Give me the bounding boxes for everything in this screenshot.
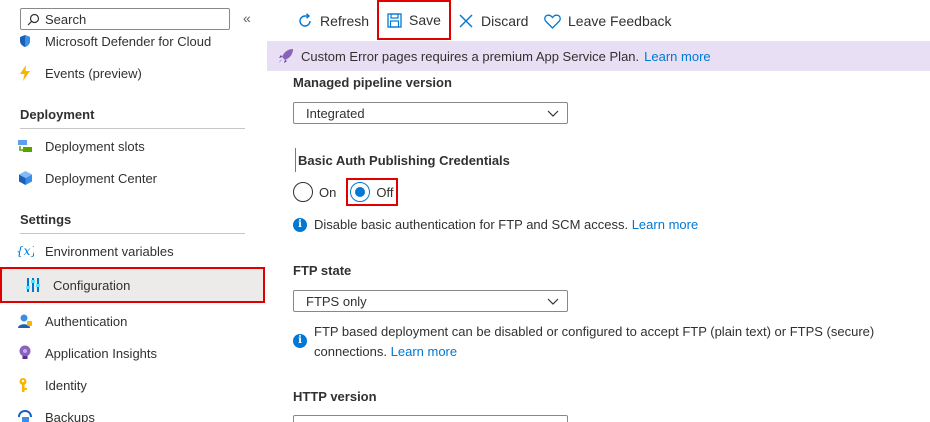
banner-text: Custom Error pages requires a premium Ap… bbox=[301, 48, 640, 64]
save-button[interactable]: Save bbox=[377, 0, 451, 40]
sidebar-item-environment-variables[interactable]: {x} Environment variables bbox=[16, 237, 246, 265]
radio-off-label: Off bbox=[376, 184, 394, 200]
command-bar: Refresh Save Discard Leave Feedback bbox=[268, 0, 930, 42]
leave-feedback-button[interactable]: Leave Feedback bbox=[544, 0, 672, 42]
lightning-icon bbox=[16, 64, 34, 82]
radio-off[interactable]: Off bbox=[346, 178, 399, 206]
sidebar-item-label: Deployment Center bbox=[45, 170, 157, 186]
basic-auth-radio-group: On Off bbox=[293, 178, 399, 206]
sidebar-item-label: Events (preview) bbox=[45, 65, 142, 81]
sidebar-item-deployment-slots[interactable]: Deployment slots bbox=[16, 132, 246, 160]
shield-icon bbox=[16, 32, 34, 50]
refresh-icon bbox=[299, 13, 311, 27]
ftp-info-line1: FTP based deployment can be disabled or … bbox=[314, 324, 875, 339]
sidebar: « Microsoft Defender for Cloud Events (p… bbox=[0, 0, 268, 422]
managed-pipeline-value: Integrated bbox=[306, 105, 365, 121]
sidebar-item-label: Backups bbox=[45, 409, 95, 422]
sidebar-item-configuration[interactable]: Configuration bbox=[0, 267, 265, 303]
ftp-state-value: FTPS only bbox=[306, 293, 367, 309]
ftp-state-label: FTP state bbox=[293, 263, 352, 278]
info-icon: i bbox=[293, 334, 307, 348]
section-title-deployment: Deployment bbox=[20, 107, 95, 122]
premium-plan-banner: Custom Error pages requires a premium Ap… bbox=[267, 41, 930, 71]
managed-pipeline-label: Managed pipeline version bbox=[293, 75, 452, 90]
sidebar-item-label: Identity bbox=[45, 377, 87, 393]
http-version-label: HTTP version bbox=[293, 389, 377, 404]
sidebar-item-label: Environment variables bbox=[45, 243, 174, 259]
required-indicator-bar bbox=[295, 148, 296, 172]
sidebar-item-application-insights[interactable]: Application Insights bbox=[16, 339, 246, 367]
ftp-state-dropdown[interactable]: FTPS only bbox=[293, 290, 568, 312]
discard-button[interactable]: Discard bbox=[458, 0, 528, 42]
cube-icon bbox=[16, 169, 34, 187]
close-icon bbox=[459, 14, 473, 28]
svg-text:{x}: {x} bbox=[16, 244, 34, 258]
ftp-info-line2: connections. bbox=[314, 344, 387, 359]
radio-on-label: On bbox=[319, 184, 337, 200]
section-title-settings: Settings bbox=[20, 212, 72, 227]
save-label: Save bbox=[409, 12, 441, 28]
rocket-icon bbox=[279, 49, 293, 63]
sidebar-item-defender[interactable]: Microsoft Defender for Cloud bbox=[16, 28, 246, 54]
leave-feedback-label: Leave Feedback bbox=[568, 13, 672, 29]
person-icon bbox=[16, 312, 34, 330]
chevron-down-icon bbox=[547, 110, 559, 117]
refresh-button[interactable]: Refresh bbox=[297, 0, 369, 42]
managed-pipeline-dropdown[interactable]: Integrated bbox=[293, 102, 568, 124]
sidebar-item-identity[interactable]: Identity bbox=[16, 371, 246, 399]
sidebar-item-deployment-center[interactable]: Deployment Center bbox=[16, 164, 246, 192]
discard-label: Discard bbox=[481, 13, 529, 29]
save-icon bbox=[387, 12, 402, 28]
ftp-info: i FTP based deployment can be disabled o… bbox=[293, 322, 913, 362]
section-divider bbox=[20, 233, 245, 234]
search-input[interactable] bbox=[45, 11, 215, 27]
banner-learn-more-link[interactable]: Learn more bbox=[644, 49, 710, 64]
sidebar-item-events[interactable]: Events (preview) bbox=[16, 59, 246, 87]
variable-icon: {x} bbox=[16, 242, 34, 260]
sidebar-item-label: Configuration bbox=[53, 277, 131, 293]
search-box[interactable] bbox=[20, 8, 230, 30]
slots-icon bbox=[16, 137, 34, 155]
heart-icon bbox=[544, 14, 561, 29]
section-divider bbox=[20, 128, 245, 129]
refresh-label: Refresh bbox=[320, 13, 370, 29]
ftp-learn-more-link[interactable]: Learn more bbox=[391, 344, 457, 359]
backup-icon bbox=[16, 408, 34, 422]
search-icon bbox=[27, 13, 40, 25]
sidebar-item-backups[interactable]: Backups bbox=[16, 403, 246, 422]
sidebar-item-label: Deployment slots bbox=[45, 138, 145, 154]
basic-auth-info-text: Disable basic authentication for FTP and… bbox=[314, 217, 629, 232]
bulb-icon bbox=[16, 344, 34, 362]
sidebar-item-label: Application Insights bbox=[45, 345, 158, 361]
radio-on[interactable]: On bbox=[293, 182, 336, 202]
collapse-sidebar-button[interactable]: « bbox=[243, 10, 251, 26]
basic-auth-label: Basic Auth Publishing Credentials bbox=[298, 153, 510, 168]
sliders-icon bbox=[24, 276, 42, 294]
radio-off-circle[interactable] bbox=[350, 182, 371, 202]
http-version-dropdown[interactable] bbox=[293, 415, 568, 422]
sidebar-item-label: Authentication bbox=[45, 313, 128, 329]
basic-auth-info: i Disable basic authentication for FTP a… bbox=[293, 215, 698, 235]
key-icon bbox=[16, 376, 34, 394]
sidebar-item-authentication[interactable]: Authentication bbox=[16, 307, 246, 335]
radio-on-circle[interactable] bbox=[293, 182, 313, 202]
chevron-down-icon bbox=[547, 298, 559, 305]
info-icon: i bbox=[293, 218, 307, 232]
sidebar-item-label: Microsoft Defender for Cloud bbox=[45, 33, 212, 49]
basic-auth-learn-more-link[interactable]: Learn more bbox=[632, 217, 698, 232]
